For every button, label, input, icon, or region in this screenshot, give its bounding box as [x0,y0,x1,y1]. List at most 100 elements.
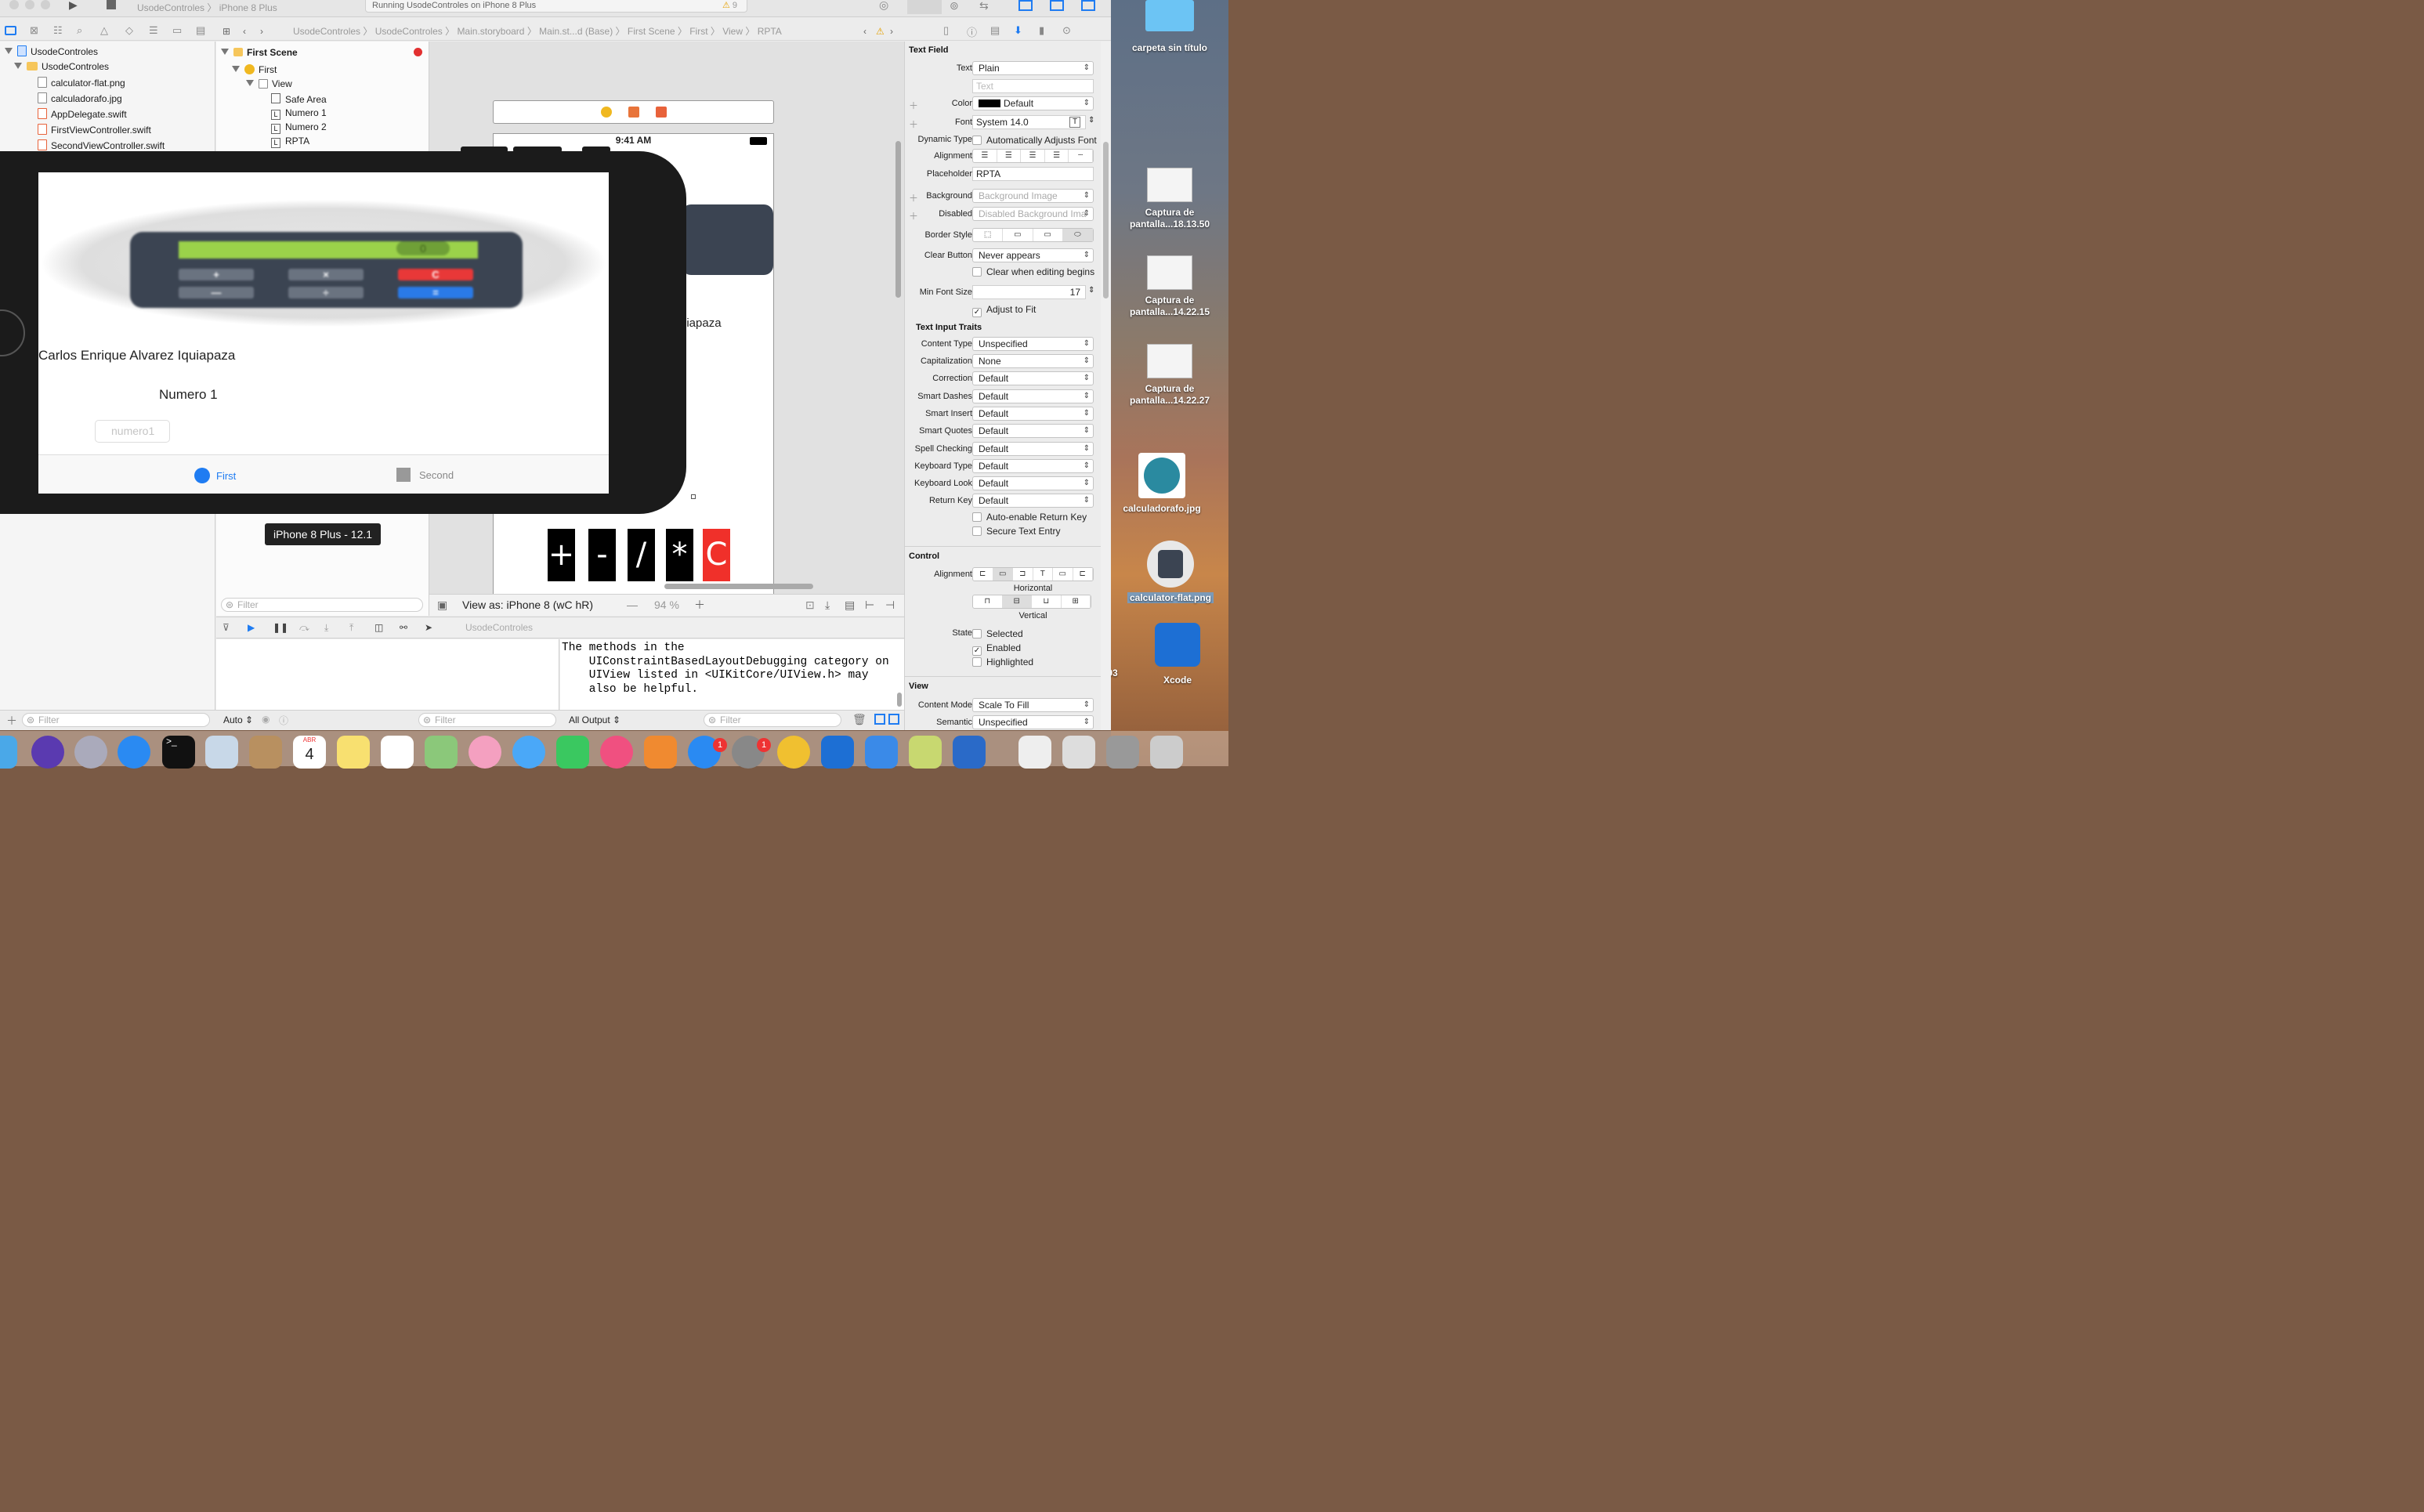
music-icon[interactable] [600,736,633,769]
reminders-icon[interactable] [381,736,414,769]
step-in-icon[interactable]: ⤓ [324,622,328,634]
back-icon[interactable]: ‹ [243,22,246,40]
info-icon[interactable]: ⓘ [279,714,288,727]
trash-dock-icon[interactable] [1150,736,1183,769]
inspector-scrollbar[interactable] [1101,42,1111,730]
jump-item[interactable]: First Scene [628,26,675,37]
plus-icon[interactable]: ＋ [909,191,918,204]
hide-debug-icon[interactable]: ⊽ [223,622,230,633]
align-right-icon[interactable]: ☰ [1021,150,1045,162]
screenshot-dock-icon[interactable] [1106,736,1139,769]
selected-checkbox[interactable]: Selected [972,628,1023,639]
horizontal-alignment-segmented[interactable]: ⊏ ▭ ⊐ T ▭ ⊏ [972,567,1094,581]
variables-view[interactable] [216,639,559,710]
highlighted-checkbox[interactable]: Highlighted [972,657,1033,667]
outline-item[interactable]: Safe Area [271,93,327,105]
v-center-icon[interactable]: ⊟ [1002,595,1032,608]
launchpad-icon[interactable] [74,736,107,769]
library-icon[interactable]: ◎ [879,0,888,12]
multiply-key[interactable]: * [666,529,693,581]
attributes-inspector-icon[interactable]: ⬇ [1014,24,1022,37]
jump-item[interactable]: First [689,26,707,37]
align-natural-icon[interactable]: ┄ [1069,150,1093,162]
tree-file[interactable]: calculadorafo.jpg [38,92,122,104]
color-popup[interactable]: Default [972,96,1094,110]
text-value-field[interactable]: Text [972,79,1094,93]
clear-button-popup[interactable]: Never appears [972,248,1094,262]
border-bezel-icon[interactable]: ▭ [1033,229,1063,241]
border-rounded-icon[interactable]: ⬭ [1062,229,1093,241]
outline-scene[interactable]: First Scene [221,47,298,58]
resize-handle[interactable] [691,494,696,499]
split-right-icon[interactable] [888,714,899,725]
content-mode-popup[interactable]: Scale To Fill [972,698,1094,712]
disclosure-icon[interactable] [232,66,240,72]
keyboard-look-popup[interactable]: Default [972,476,1094,490]
embed-icon[interactable]: ⤓ [825,595,830,615]
terminal-icon[interactable]: >_ [162,736,195,769]
finder-icon[interactable] [0,736,17,769]
maps-icon[interactable] [425,736,458,769]
safari-icon[interactable] [118,736,150,769]
canvas-vertical-scrollbar[interactable] [895,141,901,298]
desktop-file-jpg[interactable]: calculadorafo.jpg [1103,453,1221,515]
keyboard-type-popup[interactable]: Default [972,459,1094,473]
placeholder-field[interactable]: RPTA [972,167,1094,181]
h-trailing-icon[interactable]: ⊏ [1073,568,1093,581]
add-icon[interactable]: ＋ [6,713,17,729]
smart-dashes-popup[interactable]: Default [972,389,1094,403]
minimize-button[interactable] [25,0,34,9]
output-select[interactable]: All Output ⇕ [569,714,620,725]
spell-checking-popup[interactable]: Default [972,442,1094,456]
size-inspector-icon[interactable]: ▮ [1039,24,1044,37]
font-picker-icon[interactable]: T [1069,117,1080,128]
breakpoints-toggle-icon[interactable]: ▶ [248,622,255,633]
desktop-screenshot-3[interactable]: Captura de pantalla...14.22.27 [1111,344,1228,407]
outline-controller[interactable]: First [232,64,277,75]
content-type-popup[interactable]: Unspecified [972,337,1094,351]
plus-icon[interactable]: ＋ [909,118,918,131]
version-editor-icon[interactable]: ⇆ [979,0,989,13]
stepper-icon[interactable]: ⇕ [1088,116,1094,125]
h-center-icon[interactable]: ▭ [993,568,1013,581]
stepper-icon[interactable]: ⇕ [1088,286,1094,295]
console-scrollbar[interactable] [897,693,902,707]
jump-item[interactable]: Main.storyboard [457,26,524,37]
warning-icon[interactable]: ⚠ [722,1,730,10]
outline-item[interactable]: L RPTA [271,136,309,148]
app-dock-icon[interactable] [909,736,942,769]
simulator-dock-icon[interactable] [865,736,898,769]
align-left-icon[interactable]: ☰ [973,150,997,162]
exit-icon[interactable] [656,107,667,118]
jump-item[interactable]: RPTA [758,26,782,37]
debug-target[interactable]: UsodeControles [465,622,533,633]
plus-icon[interactable]: ＋ [909,99,918,112]
report-icon[interactable]: ▤ [196,24,205,37]
clear-editing-checkbox[interactable]: Clear when editing begins [972,266,1094,277]
background-image-combo[interactable]: Background Image [972,189,1094,203]
xcode-dock-icon[interactable] [821,736,854,769]
navigator-filter[interactable]: ⊜ Filter [22,713,210,727]
warning-icon[interactable]: ⚠ [876,22,885,40]
first-responder-icon[interactable] [628,107,639,118]
dynamic-type-checkbox[interactable]: Automatically Adjusts Font [972,135,1097,146]
scroll-thumb[interactable] [1103,142,1109,298]
border-none-icon[interactable]: ⬚ [973,229,1004,241]
symbol-navigator-icon[interactable]: ☷ [53,24,63,37]
variables-filter[interactable]: ⊜ Filter [418,713,556,727]
smart-quotes-popup[interactable]: Default [972,424,1094,438]
quick-help-icon[interactable]: ⓘ [967,24,977,39]
desktop-folder[interactable]: carpeta sin título [1111,0,1228,54]
home-button[interactable] [0,309,25,356]
calendar-icon[interactable]: ABR 4 [293,736,326,769]
connections-inspector-icon[interactable]: ⊙ [1062,24,1071,37]
tab-second[interactable]: Second [396,468,454,482]
disclosure-icon[interactable] [221,49,229,55]
error-icon[interactable] [414,48,422,56]
tree-project[interactable]: UsodeControles [5,45,98,57]
view-hierarchy-icon[interactable]: ◫ [374,622,383,633]
breakpoint-icon[interactable]: ▭ [172,24,182,37]
outline-toggle-icon[interactable]: ▣ [437,595,447,615]
close-button[interactable] [9,0,19,9]
preview-icon[interactable] [205,736,238,769]
